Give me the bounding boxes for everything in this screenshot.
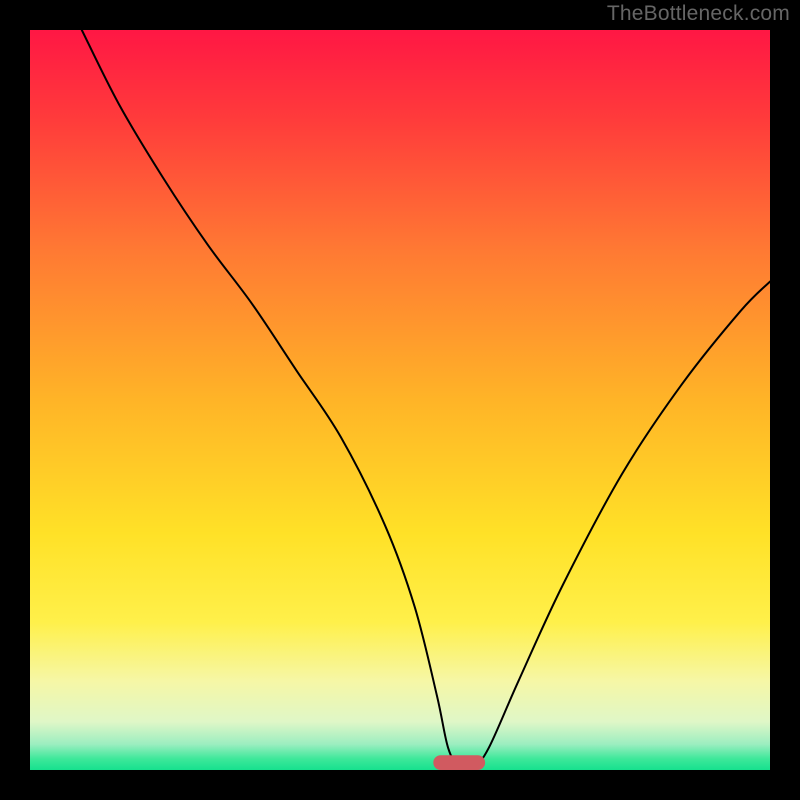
chart-svg [30,30,770,770]
chart-frame: TheBottleneck.com [0,0,800,800]
watermark-label: TheBottleneck.com [607,2,790,26]
optimum-marker [433,755,485,770]
plot-area [30,30,770,770]
